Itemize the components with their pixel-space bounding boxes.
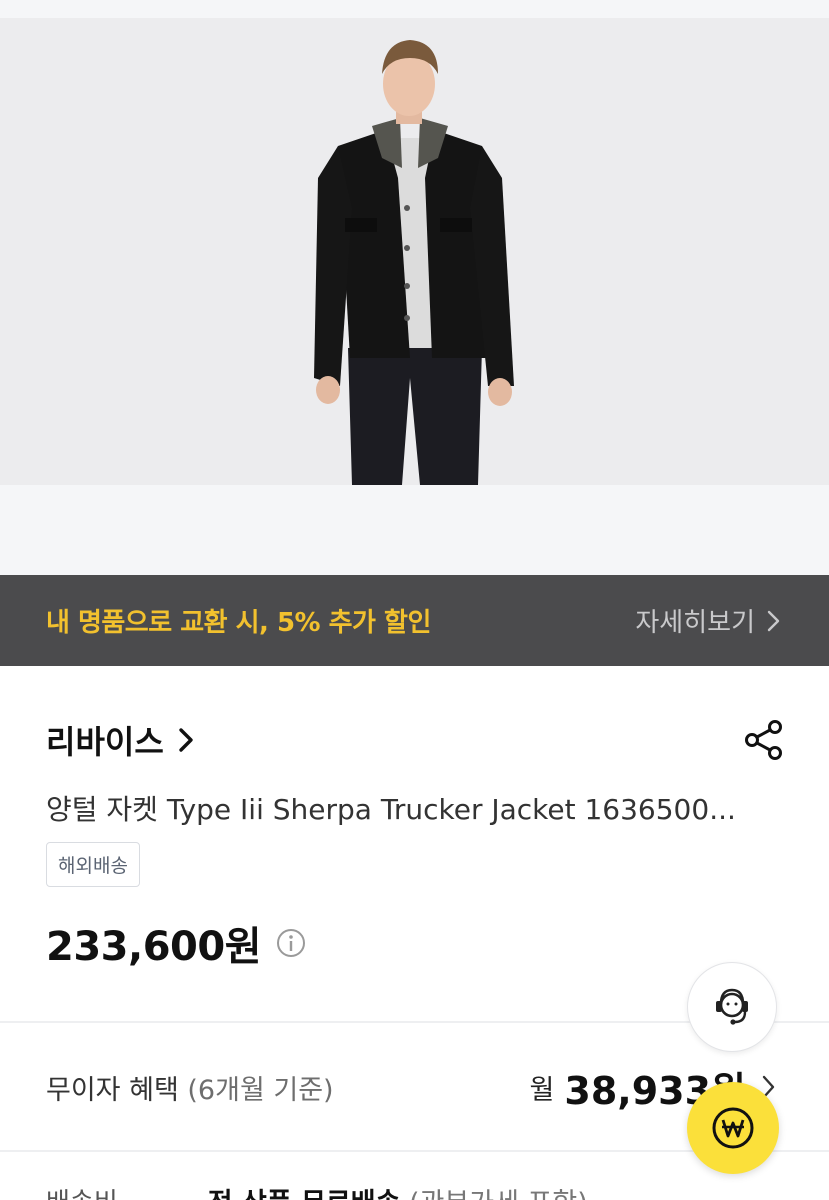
promo-detail-label: 자세히보기 bbox=[635, 608, 755, 638]
brand-link[interactable]: 리바이스 bbox=[46, 717, 194, 763]
installment-row[interactable]: 무이자 혜택 (6개월 기준) 월 38,933원 bbox=[46, 1062, 776, 1113]
shipping-row: 배송비 전 상품 무료배송 (관부가세 포함) bbox=[46, 1180, 806, 1200]
installment-label-text: 무이자 혜택 bbox=[46, 1074, 179, 1106]
chevron-right-icon bbox=[179, 728, 193, 752]
installment-label: 무이자 혜택 (6개월 기준) bbox=[46, 1068, 334, 1107]
headset-icon bbox=[716, 988, 748, 1025]
product-image[interactable] bbox=[0, 18, 829, 485]
share-icon[interactable] bbox=[742, 718, 786, 762]
overseas-shipping-badge: 해외배송 bbox=[46, 842, 140, 887]
price-row: 233,600원 bbox=[46, 914, 307, 972]
chevron-right-icon bbox=[767, 610, 780, 631]
shipping-label: 배송비 bbox=[46, 1182, 118, 1200]
info-icon[interactable] bbox=[275, 927, 307, 959]
product-price: 233,600원 bbox=[46, 924, 262, 970]
promo-banner[interactable]: 내 명품으로 교환 시, 5% 추가 할인 자세히보기 bbox=[0, 575, 829, 666]
shipping-value: 전 상품 무료배송 (관부가세 포함) bbox=[208, 1181, 588, 1200]
brand-row: 리바이스 bbox=[46, 716, 786, 764]
brand-name: 리바이스 bbox=[46, 723, 164, 761]
installment-month-prefix: 월 bbox=[529, 1074, 555, 1106]
product-title: 양털 자켓 Type Iii Sherpa Trucker Jacket 163… bbox=[46, 793, 736, 826]
pay-button[interactable] bbox=[687, 1082, 779, 1174]
customer-service-button[interactable] bbox=[687, 962, 777, 1052]
shipping-value-main: 전 상품 무료배송 bbox=[208, 1188, 401, 1200]
product-photo bbox=[0, 18, 829, 485]
installment-sub-label: (6개월 기준) bbox=[187, 1074, 334, 1106]
hero-bottom-strip bbox=[0, 485, 829, 575]
won-icon bbox=[712, 1107, 754, 1149]
promo-detail-link[interactable]: 자세히보기 bbox=[635, 602, 781, 639]
product-detail-page: 내 명품으로 교환 시, 5% 추가 할인 자세히보기 리바이스 양털 자켓 T… bbox=[0, 0, 829, 1200]
hero-top-strip bbox=[0, 0, 829, 18]
shipping-value-sub: (관부가세 포함) bbox=[409, 1188, 588, 1200]
promo-text: 내 명품으로 교환 시, 5% 추가 할인 bbox=[46, 608, 431, 638]
